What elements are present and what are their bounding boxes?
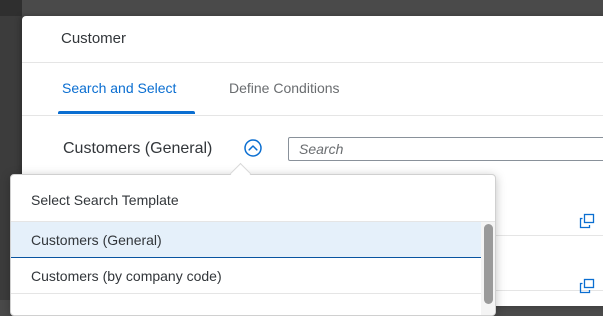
search-template-label[interactable]: Customers (General) [63, 140, 212, 158]
option-label: Customers (General) [31, 232, 162, 248]
chevron-up-circle-icon[interactable] [243, 138, 263, 158]
option-label: Customers (by company code) [31, 268, 222, 284]
tab-search-and-select[interactable]: Search and Select [62, 80, 176, 96]
popover-scrollbar[interactable] [481, 222, 495, 315]
search-input[interactable] [288, 137, 603, 161]
value-help-icon[interactable] [579, 278, 595, 294]
search-template-row: Customers (General) [22, 133, 603, 173]
dialog-header: Customer [22, 16, 603, 63]
scrollbar-thumb[interactable] [484, 224, 493, 304]
option-customers-general[interactable]: Customers (General) [11, 222, 481, 258]
active-tab-indicator [58, 111, 195, 114]
tab-bar: Search and Select Define Conditions [22, 63, 603, 116]
option-customers-by-company-code[interactable]: Customers (by company code) [11, 258, 481, 294]
value-help-icon[interactable] [579, 213, 595, 229]
tab-define-conditions[interactable]: Define Conditions [229, 80, 340, 96]
search-template-popover: Select Search Template Customers (Genera… [10, 174, 496, 316]
dialog-title: Customer [61, 30, 127, 47]
background-shell-bar [0, 0, 22, 16]
popover-title: Select Search Template [31, 192, 179, 208]
